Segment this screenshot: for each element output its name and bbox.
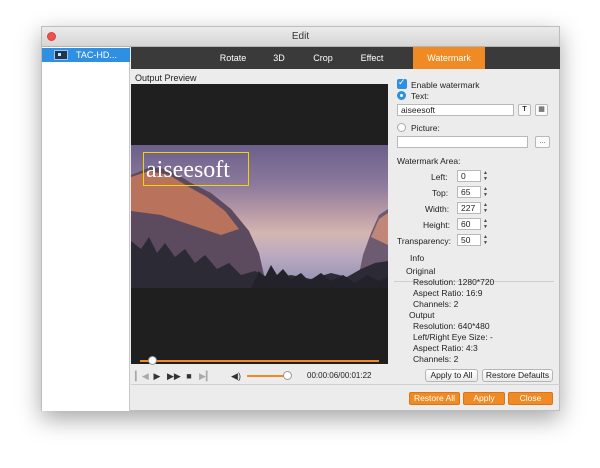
seek-track [140, 360, 379, 362]
original-aspect-ratio: Aspect Ratio: 16:9 [413, 288, 483, 298]
restore-all-button[interactable]: Restore All [409, 392, 460, 405]
edit-window: Edit TAC-HD... Rotate 3D Crop Effect Wat… [41, 26, 560, 411]
text-color-icon[interactable]: ▦ [535, 104, 548, 116]
skip-forward-icon[interactable]: ▶▎ [199, 370, 213, 382]
tab-3d[interactable]: 3D [264, 47, 294, 69]
info-title: Info [408, 253, 427, 263]
top-stepper[interactable]: 65 ▲ ▼ [457, 186, 489, 198]
height-value[interactable]: 60 [457, 218, 481, 230]
skip-back-icon[interactable]: ▎◀ [135, 370, 149, 382]
file-list-item[interactable]: TAC-HD... [42, 48, 130, 62]
tab-rotate[interactable]: Rotate [211, 47, 255, 69]
playback-controls: ▎◀ ▶ ▶▶ ■ ▶▎ ◀) 00:00:06/00:01:22 [131, 368, 388, 384]
file-name: TAC-HD... [76, 50, 117, 60]
tab-watermark[interactable]: Watermark [413, 47, 485, 69]
watermark-text-input[interactable]: aiseesoft [397, 104, 514, 116]
window-title: Edit [291, 31, 310, 42]
output-preview-label: Output Preview [135, 73, 197, 83]
enable-watermark-label: Enable watermark [411, 80, 480, 90]
video-thumbnail-icon [54, 50, 68, 60]
tab-crop[interactable]: Crop [305, 47, 341, 69]
preview-frame: aiseesoft [131, 145, 388, 288]
stepper-arrows-icon[interactable]: ▲ ▼ [482, 186, 489, 198]
text-radio[interactable] [397, 91, 406, 100]
watermark-area-label: Watermark Area: [397, 156, 461, 166]
original-resolution: Resolution: 1280*720 [413, 277, 495, 287]
stepper-arrows-icon[interactable]: ▲ ▼ [482, 218, 489, 230]
restore-defaults-button[interactable]: Restore Defaults [482, 369, 553, 382]
top-label: Top: [432, 188, 449, 198]
apply-button[interactable]: Apply [463, 392, 505, 405]
seek-bar[interactable] [131, 356, 388, 365]
height-stepper[interactable]: 60 ▲ ▼ [457, 218, 489, 230]
volume-handle[interactable] [283, 371, 292, 380]
close-button[interactable]: Close [508, 392, 553, 405]
title-bar: Edit [42, 27, 559, 47]
left-label: Left: [431, 172, 448, 182]
watermark-selection-box[interactable]: aiseesoft [143, 152, 249, 186]
height-label: Height: [423, 220, 450, 230]
stepper-arrows-icon[interactable]: ▲ ▼ [482, 234, 489, 246]
apply-to-all-button[interactable]: Apply to All [425, 369, 478, 382]
timecode: 00:00:06/00:01:22 [307, 371, 372, 380]
width-value[interactable]: 227 [457, 202, 481, 214]
stepper-arrows-icon[interactable]: ▲ ▼ [482, 170, 489, 182]
browse-picture-button[interactable]: ... [535, 136, 550, 148]
output-title: Output [409, 310, 435, 320]
output-resolution: Resolution: 640*480 [413, 321, 490, 331]
text-font-icon[interactable]: T [518, 104, 531, 116]
width-stepper[interactable]: 227 ▲ ▼ [457, 202, 489, 214]
transparency-value[interactable]: 50 [457, 234, 481, 246]
original-channels: Channels: 2 [413, 299, 459, 309]
play-icon[interactable]: ▶ [151, 370, 163, 382]
enable-watermark-checkbox[interactable] [397, 77, 407, 89]
top-value[interactable]: 65 [457, 186, 481, 198]
original-title: Original [406, 266, 436, 276]
output-channels: Channels: 2 [413, 354, 459, 364]
transparency-label: Transparency: [397, 236, 452, 246]
file-list: TAC-HD... [42, 47, 130, 411]
output-aspect-ratio: Aspect Ratio: 4:3 [413, 343, 478, 353]
watermark-settings-panel: Enable watermark Text: aiseesoft T ▦ Pic… [388, 69, 560, 384]
video-preview: aiseesoft [131, 84, 388, 364]
stop-icon[interactable]: ■ [183, 370, 195, 382]
picture-path-input[interactable] [397, 136, 528, 148]
stepper-arrows-icon[interactable]: ▲ ▼ [482, 202, 489, 214]
picture-radio-label: Picture: [411, 123, 440, 133]
footer-divider [131, 384, 560, 385]
watermark-preview-text: aiseesoft [146, 157, 230, 183]
left-value[interactable]: 0 [457, 170, 481, 182]
left-stepper[interactable]: 0 ▲ ▼ [457, 170, 489, 182]
picture-radio[interactable] [397, 123, 406, 132]
transparency-stepper[interactable]: 50 ▲ ▼ [457, 234, 489, 246]
volume-icon[interactable]: ◀) [230, 370, 242, 382]
fast-forward-icon[interactable]: ▶▶ [167, 370, 181, 382]
edit-tab-bar: Rotate 3D Crop Effect Watermark [131, 47, 560, 69]
width-label: Width: [425, 204, 450, 214]
output-eye-size: Left/Right Eye Size: - [413, 332, 493, 342]
tab-effect[interactable]: Effect [352, 47, 392, 69]
text-radio-label: Text: [411, 91, 429, 101]
volume-track[interactable] [247, 375, 285, 377]
seek-handle[interactable] [147, 356, 157, 365]
